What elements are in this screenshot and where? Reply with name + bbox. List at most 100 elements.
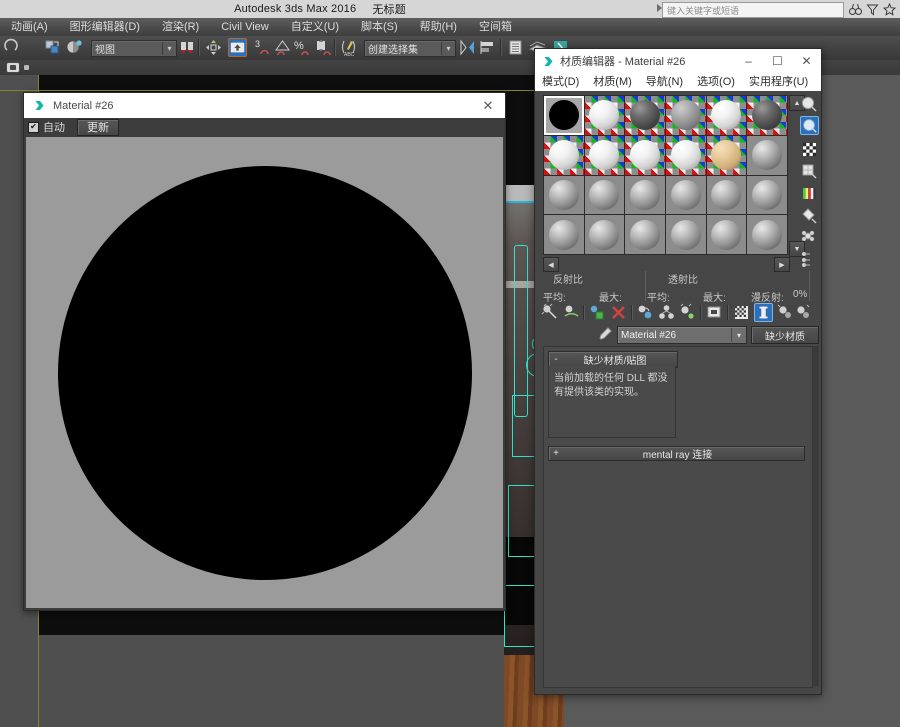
select-and-move-icon[interactable] [204,38,223,57]
sample-slot-18[interactable] [747,175,787,215]
sample-slot-4[interactable] [666,96,706,135]
minimize-icon[interactable]: – [734,49,763,73]
sample-slot-1[interactable] [544,96,584,135]
chevron-down-icon[interactable]: ▾ [731,328,746,342]
video-color-check-icon[interactable] [800,184,819,203]
sample-slot-20[interactable] [584,215,625,254]
percent-snap-icon[interactable]: % [293,38,312,57]
named-selection-icon[interactable]: ABC [340,38,359,57]
put-to-library-icon[interactable] [678,303,697,322]
slot-scroll-right-button[interactable]: ▶ [774,257,790,272]
menu-graph-editors[interactable]: 图形编辑器(D) [59,18,151,36]
material-preview-window[interactable]: Material #26 ✕ ✔ 自动 更新 [23,92,506,611]
rollout-mental-ray-header[interactable]: + mental ray 连接 [548,446,805,461]
maximize-icon[interactable]: ☐ [763,49,792,73]
sample-slot-13[interactable] [544,175,584,215]
sample-slot-19[interactable] [544,215,584,254]
rollout-expander-icon[interactable]: + [549,448,563,459]
sample-slot-7[interactable] [544,135,584,175]
menu-animation[interactable]: 动画(A) [0,18,59,36]
chevron-down-icon[interactable]: ▾ [441,42,455,55]
reset-map-material-icon[interactable] [609,303,628,322]
background-checker-icon[interactable] [800,140,819,159]
me-menu-options[interactable]: 选项(O) [690,73,742,91]
funnel-icon[interactable] [866,3,879,16]
sample-slot-23[interactable] [706,215,747,254]
show-end-result-icon[interactable] [754,303,773,322]
make-unique-icon[interactable] [657,303,676,322]
go-forward-to-sibling-icon[interactable] [794,303,813,322]
me-menu-utilities[interactable]: 实用程序(U) [742,73,815,91]
sample-slot-10[interactable] [666,135,706,175]
menu-help[interactable]: 帮助(H) [409,18,468,36]
star-icon[interactable] [882,2,897,16]
material-editor-title-bar[interactable]: 材质编辑器 - Material #26 – ☐ ✕ [535,49,821,73]
sample-slot-6[interactable] [747,96,787,135]
go-to-parent-icon[interactable] [776,303,795,322]
material-effects-channel-icon[interactable] [705,303,724,322]
make-material-copy-icon[interactable] [636,303,655,322]
sample-slot-8[interactable] [584,135,625,175]
quick-search-input[interactable]: 键入关键字或短语 [662,2,844,18]
undo-icon[interactable] [2,38,21,57]
menu-customize[interactable]: 自定义(U) [280,18,350,36]
material-type-button[interactable]: 缺少材质 [751,326,819,344]
me-menu-modes[interactable]: 模式(D) [535,73,586,91]
eyedropper-icon[interactable] [597,326,613,342]
select-object-icon[interactable] [178,38,197,57]
backlight-icon[interactable] [800,116,819,135]
sample-slot-15[interactable] [625,175,665,215]
rollout-expander-icon[interactable]: - [549,354,563,365]
auto-update-checkbox[interactable]: ✔ 自动 [28,119,65,135]
get-material-icon[interactable] [541,303,560,322]
sample-slot-21[interactable] [625,215,665,254]
angle-snap-icon[interactable] [273,38,292,57]
viewport-layout-expand-icon[interactable] [24,65,29,70]
me-menu-material[interactable]: 材质(M) [586,73,639,91]
material-editor-window[interactable]: 材质编辑器 - Material #26 – ☐ ✕ 模式(D) 材质(M) 导… [534,48,822,695]
viewport-layout-icon[interactable] [6,62,20,76]
align-icon[interactable] [478,38,497,57]
me-menu-navigation[interactable]: 导航(N) [639,73,690,91]
assign-material-to-selection-icon[interactable] [588,303,607,322]
sample-slot-14[interactable] [584,175,625,215]
show-shaded-material-in-viewport-icon[interactable] [732,303,751,322]
close-icon[interactable]: ✕ [792,49,821,73]
sample-slot-24[interactable] [747,215,787,254]
rollout-scrollbar[interactable] [813,346,819,686]
select-and-place-icon[interactable] [228,38,247,57]
menu-rendering[interactable]: 渲染(R) [151,18,210,36]
sample-slot-22[interactable] [666,215,706,254]
layer-manager-icon[interactable] [506,38,525,57]
named-selection-set-combo[interactable]: 创建选择集 ▾ [364,40,456,57]
sample-slot-16[interactable] [666,175,706,215]
select-and-link-icon[interactable] [43,38,62,57]
sample-slot-11[interactable] [706,135,747,175]
sample-slot-2[interactable] [584,96,625,135]
bind-to-space-warp-icon[interactable] [65,38,84,57]
options-icon[interactable] [800,228,819,247]
mirror-icon[interactable] [458,38,477,57]
chevron-down-icon[interactable]: ▾ [162,42,176,55]
slot-scroll-left-button[interactable]: ◀ [543,257,559,272]
sample-slot-5[interactable] [706,96,747,135]
update-button[interactable]: 更新 [77,118,119,136]
put-material-to-scene-icon[interactable] [562,303,581,322]
menu-spacebox[interactable]: 空间箱 [468,18,523,36]
preview-canvas[interactable] [26,137,503,608]
sample-uv-tiling-icon[interactable] [800,162,819,181]
menu-civil-view[interactable]: Civil View [210,18,279,36]
spinner-snap-icon[interactable] [313,38,332,57]
make-preview-icon[interactable] [800,206,819,225]
snaps-toggle-icon[interactable]: 3 [253,38,272,57]
sample-slot-3[interactable] [625,96,665,135]
material-name-combo[interactable]: Material #26 ▾ [617,326,747,344]
sample-slot-9[interactable] [625,135,665,175]
sample-type-sphere-icon[interactable] [800,95,819,114]
sample-slot-12[interactable] [747,135,787,175]
preview-window-title-bar[interactable]: Material #26 ✕ [24,93,505,118]
sample-slot-grid[interactable] [543,95,788,255]
binoculars-icon[interactable] [849,3,862,16]
menu-scripting[interactable]: 脚本(S) [350,18,409,36]
sample-slot-17[interactable] [706,175,747,215]
